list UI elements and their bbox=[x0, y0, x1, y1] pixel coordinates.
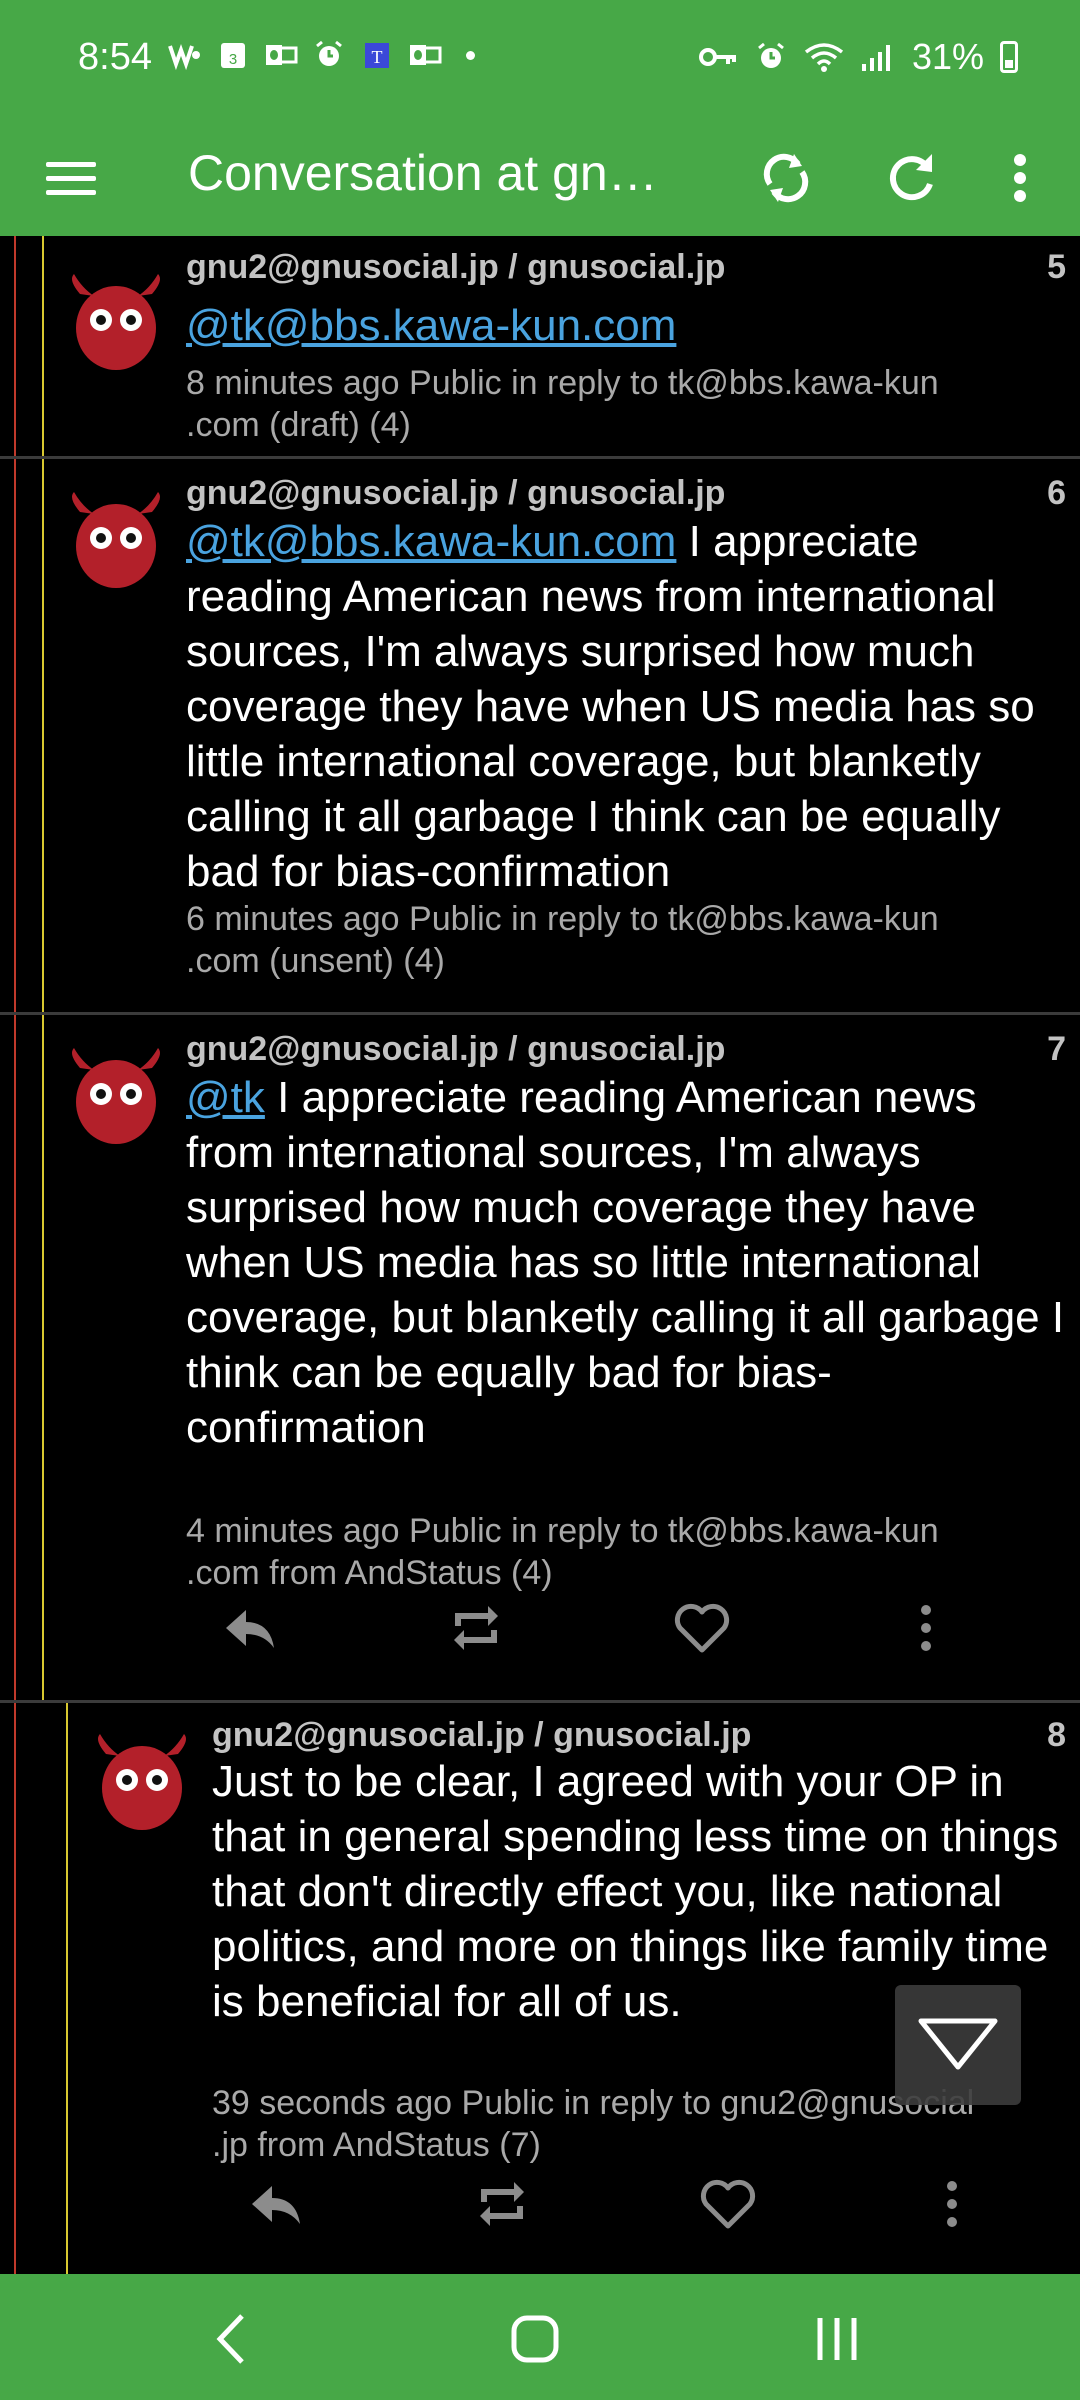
signal-icon bbox=[861, 45, 890, 71]
divider bbox=[0, 1700, 1080, 1703]
message-item[interactable]: gnu2@gnusocial.jp / gnusocial.jp 7 @tk I… bbox=[0, 1016, 1080, 1702]
conversation-list[interactable]: gnu2@gnusocial.jp / gnusocial.jp 5 @tk@b… bbox=[0, 236, 1080, 2274]
alarm-icon bbox=[316, 40, 342, 66]
svg-text:3: 3 bbox=[229, 51, 237, 68]
message-actions bbox=[244, 2172, 984, 2252]
avatar[interactable] bbox=[60, 490, 172, 590]
message-meta: 6 minutes ago Public in reply to tk@bbs.… bbox=[186, 900, 939, 980]
favorite-icon[interactable] bbox=[670, 1596, 734, 1660]
system-icons: 31% bbox=[698, 36, 1018, 78]
message-item[interactable]: gnu2@gnusocial.jp / gnusocial.jp 5 @tk@b… bbox=[0, 236, 1080, 460]
message-number: 8 bbox=[1047, 1716, 1066, 1754]
favorite-icon[interactable] bbox=[696, 2172, 760, 2236]
battery-icon bbox=[1000, 41, 1018, 73]
status-time: 8:54 bbox=[78, 36, 152, 78]
mention-link[interactable]: @tk bbox=[186, 1073, 265, 1122]
teams-icon: T bbox=[365, 43, 389, 68]
home-icon[interactable] bbox=[502, 2306, 568, 2372]
author-name[interactable]: gnu2@gnusocial.jp / gnusocial.jp bbox=[186, 1030, 725, 1069]
more-vert-icon[interactable] bbox=[894, 1596, 958, 1660]
outlook-icon bbox=[410, 45, 442, 65]
avatar[interactable] bbox=[86, 1732, 198, 1832]
more-notifications-dot bbox=[466, 50, 475, 60]
mention-link[interactable]: @tk@bbs.kawa-kun.com bbox=[186, 517, 676, 566]
chevron-down-icon bbox=[918, 2018, 998, 2070]
recents-icon[interactable] bbox=[804, 2306, 870, 2372]
notification-icons: 3 T bbox=[168, 40, 475, 70]
wifi-icon bbox=[804, 43, 844, 72]
sync-icon[interactable] bbox=[752, 144, 820, 212]
message-number: 6 bbox=[1047, 474, 1066, 512]
divider bbox=[0, 456, 1080, 459]
more-vert-icon[interactable] bbox=[920, 2172, 984, 2236]
back-icon[interactable] bbox=[200, 2306, 266, 2372]
alarm-icon bbox=[758, 42, 784, 68]
menu-icon[interactable] bbox=[46, 152, 98, 204]
message-number: 7 bbox=[1047, 1030, 1066, 1068]
app-bar: Conversation at gn… bbox=[0, 118, 1080, 236]
reply-icon[interactable] bbox=[244, 2172, 308, 2236]
scroll-down-button[interactable] bbox=[895, 1985, 1021, 2105]
message-body: @tk@bbs.kawa-kun.com bbox=[186, 298, 1066, 353]
avatar[interactable] bbox=[60, 272, 172, 372]
message-body: @tk@bbs.kawa-kun.com I appreciate readin… bbox=[186, 517, 1035, 896]
webtoon-icon bbox=[168, 44, 200, 70]
author-name[interactable]: gnu2@gnusocial.jp / gnusocial.jp bbox=[186, 248, 725, 287]
divider bbox=[0, 1012, 1080, 1015]
system-nav-bar bbox=[0, 2274, 1080, 2400]
battery-percent: 31% bbox=[911, 36, 984, 77]
message-body: @tk I appreciate reading American news f… bbox=[186, 1073, 1065, 1452]
status-bar: 8:54 3 T 31% bbox=[0, 0, 1080, 118]
message-number: 5 bbox=[1047, 248, 1066, 286]
author-name[interactable]: gnu2@gnusocial.jp / gnusocial.jp bbox=[212, 1716, 751, 1755]
reblog-icon[interactable] bbox=[470, 2172, 534, 2236]
refresh-icon[interactable] bbox=[878, 144, 946, 212]
reply-icon[interactable] bbox=[218, 1596, 282, 1660]
message-actions bbox=[218, 1596, 958, 1676]
calendar-icon: 3 bbox=[221, 43, 245, 68]
vpn-key-icon bbox=[698, 48, 736, 66]
message-meta: 4 minutes ago Public in reply to tk@bbs.… bbox=[186, 1512, 939, 1592]
message-meta: 8 minutes ago Public in reply to tk@bbs.… bbox=[186, 364, 939, 444]
author-name[interactable]: gnu2@gnusocial.jp / gnusocial.jp bbox=[186, 474, 725, 513]
message-item[interactable]: gnu2@gnusocial.jp / gnusocial.jp 6 @tk@b… bbox=[0, 460, 1080, 1014]
avatar[interactable] bbox=[60, 1046, 172, 1146]
more-vert-icon[interactable] bbox=[990, 144, 1050, 212]
page-title: Conversation at gn… bbox=[188, 145, 658, 201]
mention-link[interactable]: @tk@bbs.kawa-kun.com bbox=[186, 301, 676, 350]
svg-text:T: T bbox=[372, 47, 383, 67]
reblog-icon[interactable] bbox=[444, 1596, 508, 1660]
outlook-icon bbox=[266, 45, 298, 65]
